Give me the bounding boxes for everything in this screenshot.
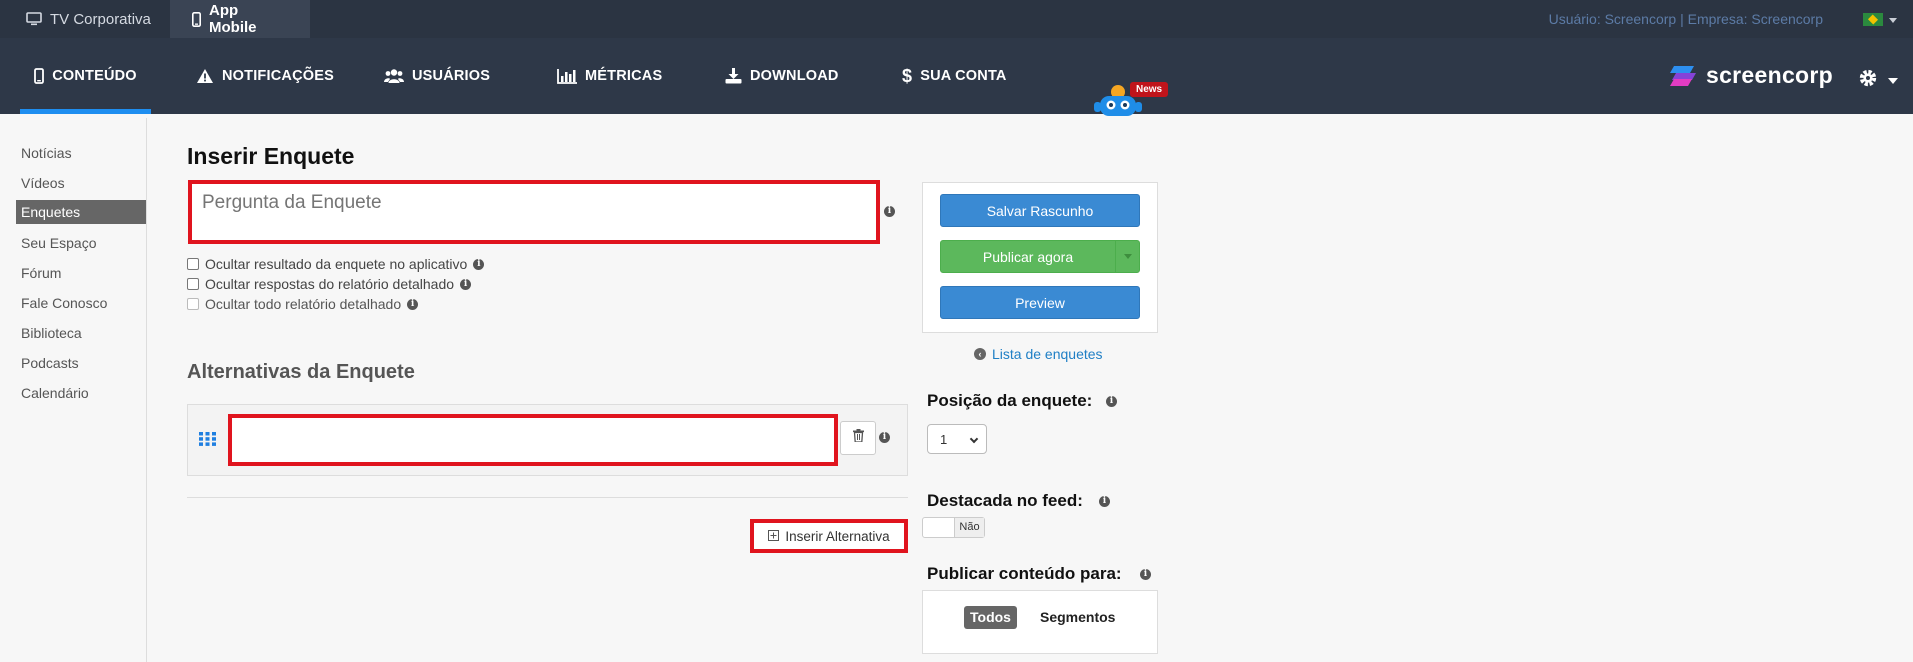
news-badge[interactable]: News bbox=[1130, 82, 1169, 97]
bar-chart-icon bbox=[557, 68, 577, 84]
featured-label: Destacada no feed: bbox=[927, 491, 1083, 510]
audience-segmentos-button[interactable]: Segmentos bbox=[1040, 606, 1115, 629]
delete-alternative-button[interactable] bbox=[840, 421, 876, 455]
chevron-left-icon: ‹ bbox=[974, 348, 986, 360]
sidebar-item-calendario[interactable]: Calendário bbox=[16, 381, 146, 405]
publish-options-dropdown[interactable] bbox=[1115, 241, 1139, 272]
user-company-info: Usuário: Screencorp | Empresa: Screencor… bbox=[1548, 11, 1823, 27]
checkbox bbox=[187, 298, 199, 310]
question-input[interactable] bbox=[192, 184, 876, 240]
info-icon[interactable]: i bbox=[1140, 569, 1151, 580]
brazil-flag-icon[interactable] bbox=[1863, 13, 1883, 26]
tab-label: App Mobile bbox=[209, 2, 257, 36]
option-label: Ocultar resultado da enquete no aplicati… bbox=[205, 256, 468, 272]
plus-square-icon bbox=[768, 529, 780, 544]
button-label: Publicar agora bbox=[982, 248, 1074, 265]
mobile-icon bbox=[192, 11, 201, 27]
sidebar-item-noticias[interactable]: Notícias bbox=[16, 141, 146, 165]
sidebar-item-biblioteca[interactable]: Biblioteca bbox=[16, 321, 146, 345]
screencorp-logo[interactable]: screencorp bbox=[1668, 62, 1833, 89]
tab-tv-corporativa[interactable]: TV Corporativa bbox=[4, 0, 173, 38]
logo-text: screencorp bbox=[1706, 62, 1834, 88]
save-draft-button[interactable]: Salvar Rascunho bbox=[940, 194, 1140, 227]
position-select[interactable]: 1 bbox=[927, 424, 987, 454]
publish-now-button[interactable]: Publicar agora bbox=[940, 240, 1140, 273]
nav-notificacoes[interactable]: NOTIFICAÇÕES bbox=[196, 38, 334, 114]
featured-toggle[interactable]: Não bbox=[922, 517, 985, 538]
toggle-label: Não bbox=[954, 518, 984, 537]
option-hide-report: Ocultar todo relatório detalhado i bbox=[187, 296, 419, 312]
screencorp-logo-icon bbox=[1670, 65, 1696, 86]
info-icon[interactable]: i bbox=[460, 278, 472, 290]
option-label: Ocultar todo relatório detalhado bbox=[205, 296, 402, 312]
monitor-icon bbox=[26, 12, 42, 26]
warning-icon bbox=[196, 68, 214, 84]
checkbox[interactable] bbox=[187, 278, 199, 290]
nav-label: USUÁRIOS bbox=[412, 68, 491, 84]
tab-label: TV Corporativa bbox=[50, 10, 151, 28]
tab-app-mobile[interactable]: App Mobile bbox=[170, 0, 310, 38]
audience-todos-button[interactable]: Todos bbox=[964, 606, 1017, 629]
nav-label: CONTEÚDO bbox=[52, 68, 137, 84]
nav-usuarios[interactable]: USUÁRIOS bbox=[384, 38, 490, 114]
insert-alternative-button[interactable]: Inserir Alternativa bbox=[750, 519, 908, 553]
option-hide-answers[interactable]: Ocultar respostas do relatório detalhado… bbox=[187, 276, 472, 292]
main-nav: CONTEÚDO NOTIFICAÇÕES USUÁRIOS MÉTRICAS … bbox=[0, 38, 1913, 114]
nav-download[interactable]: DOWNLOAD bbox=[725, 38, 839, 114]
nav-label: DOWNLOAD bbox=[750, 68, 839, 84]
nav-label: NOTIFICAÇÕES bbox=[222, 68, 334, 84]
alternative-input[interactable] bbox=[228, 414, 838, 466]
nav-metricas[interactable]: MÉTRICAS bbox=[557, 38, 662, 114]
nav-sua-conta[interactable]: $ SUA CONTA bbox=[902, 38, 1007, 114]
page-title: Inserir Enquete bbox=[187, 143, 355, 169]
chevron-down-icon[interactable] bbox=[1888, 78, 1898, 84]
info-icon[interactable]: i bbox=[884, 206, 895, 217]
option-hide-result[interactable]: Ocultar resultado da enquete no aplicati… bbox=[187, 256, 485, 272]
question-field-wrapper bbox=[188, 180, 880, 244]
sidebar-item-videos[interactable]: Vídeos bbox=[16, 171, 146, 195]
info-icon[interactable]: i bbox=[1099, 496, 1110, 507]
nav-label: MÉTRICAS bbox=[585, 68, 663, 84]
info-icon[interactable]: i bbox=[407, 298, 419, 310]
info-icon[interactable]: i bbox=[879, 432, 890, 443]
sidebar-item-fale-conosco[interactable]: Fale Conosco bbox=[16, 291, 146, 315]
sidebar-item-seu-espaco[interactable]: Seu Espaço bbox=[16, 231, 146, 255]
mobile-icon bbox=[34, 68, 45, 84]
gear-icon[interactable] bbox=[1858, 68, 1878, 93]
dollar-icon: $ bbox=[902, 66, 913, 86]
drag-handle-icon[interactable] bbox=[199, 432, 216, 451]
option-label: Ocultar respostas do relatório detalhado bbox=[205, 276, 455, 292]
chevron-down-icon[interactable] bbox=[1889, 18, 1897, 23]
select-value: 1 bbox=[940, 432, 948, 447]
button-label: Inserir Alternativa bbox=[785, 528, 890, 544]
top-bar: TV Corporativa App Mobile Usuário: Scree… bbox=[0, 0, 1913, 38]
preview-button[interactable]: Preview bbox=[940, 286, 1140, 319]
sidebar-item-enquetes[interactable]: Enquetes bbox=[16, 200, 146, 224]
info-icon[interactable]: i bbox=[473, 258, 485, 270]
publish-to-label: Publicar conteúdo para: bbox=[927, 564, 1122, 583]
download-icon bbox=[725, 68, 742, 84]
trash-icon bbox=[852, 429, 864, 447]
checkbox[interactable] bbox=[187, 258, 199, 270]
sidebar-item-podcasts[interactable]: Podcasts bbox=[16, 351, 146, 375]
sidebar-item-forum[interactable]: Fórum bbox=[16, 261, 146, 285]
users-icon bbox=[384, 68, 404, 84]
poll-list-link[interactable]: ‹ Lista de enquetes bbox=[974, 346, 1103, 362]
nav-label: SUA CONTA bbox=[920, 68, 1007, 84]
chevron-down-icon bbox=[969, 434, 979, 444]
info-icon[interactable]: i bbox=[1106, 396, 1117, 407]
divider bbox=[187, 497, 908, 498]
position-label: Posição da enquete: bbox=[927, 391, 1093, 410]
alternatives-title: Alternativas da Enquete bbox=[187, 361, 415, 383]
nav-conteudo[interactable]: CONTEÚDO bbox=[20, 38, 151, 114]
link-label: Lista de enquetes bbox=[992, 346, 1103, 362]
